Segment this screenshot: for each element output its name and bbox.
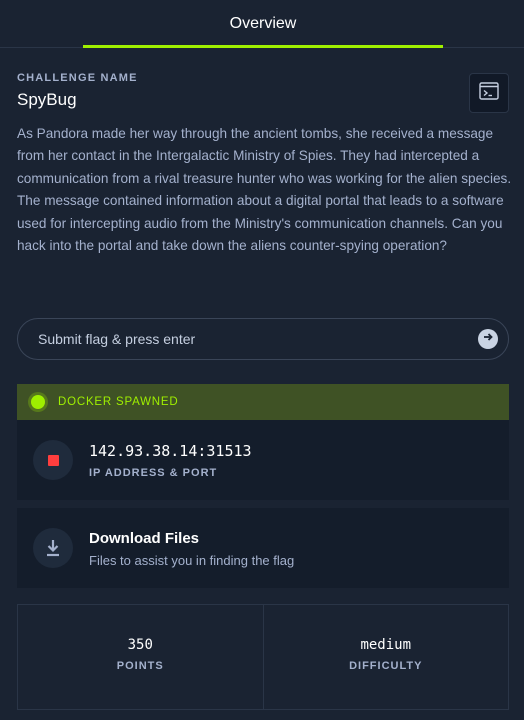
difficulty-stat: medium DIFFICULTY <box>262 605 509 709</box>
docker-status-bar: DOCKER SPAWNED <box>17 384 509 420</box>
docker-status-text: DOCKER SPAWNED <box>58 396 179 408</box>
tab-overview[interactable]: Overview <box>83 0 443 48</box>
challenge-description: As Pandora made her way through the anci… <box>17 126 512 254</box>
difficulty-label: DIFFICULTY <box>349 660 423 672</box>
flag-input[interactable] <box>38 319 468 359</box>
points-label: POINTS <box>116 660 164 672</box>
download-title: Download Files <box>89 530 200 547</box>
submit-flag-button[interactable] <box>478 329 498 349</box>
challenge-name-label: CHALLENGE NAME <box>17 72 138 84</box>
stop-icon <box>47 454 59 466</box>
download-icon <box>33 528 73 568</box>
flag-form <box>17 318 509 360</box>
active-tab-indicator <box>83 45 443 48</box>
instance-card: 142.93.38.14:31513 IP ADDRESS & PORT <box>17 420 509 500</box>
stop-instance-button[interactable] <box>33 440 73 480</box>
challenge-title: SpyBug <box>17 90 77 109</box>
tab-bar: Overview <box>0 0 524 48</box>
download-subtitle: Files to assist you in finding the flag <box>89 553 295 568</box>
ip-address-value[interactable]: 142.93.38.14:31513 <box>89 442 252 460</box>
difficulty-value: medium <box>360 637 412 653</box>
points-stat: 350 POINTS <box>18 605 263 709</box>
challenge-stats: 350 POINTS medium DIFFICULTY <box>17 604 509 710</box>
points-value: 350 <box>127 637 153 653</box>
ip-address-label: IP ADDRESS & PORT <box>89 467 218 479</box>
terminal-icon <box>479 81 499 105</box>
arrow-right-circle-icon <box>482 330 494 348</box>
download-files-button[interactable]: Download Files Files to assist you in fi… <box>17 508 509 588</box>
terminal-button[interactable] <box>469 73 509 113</box>
status-dot-icon <box>31 395 45 409</box>
